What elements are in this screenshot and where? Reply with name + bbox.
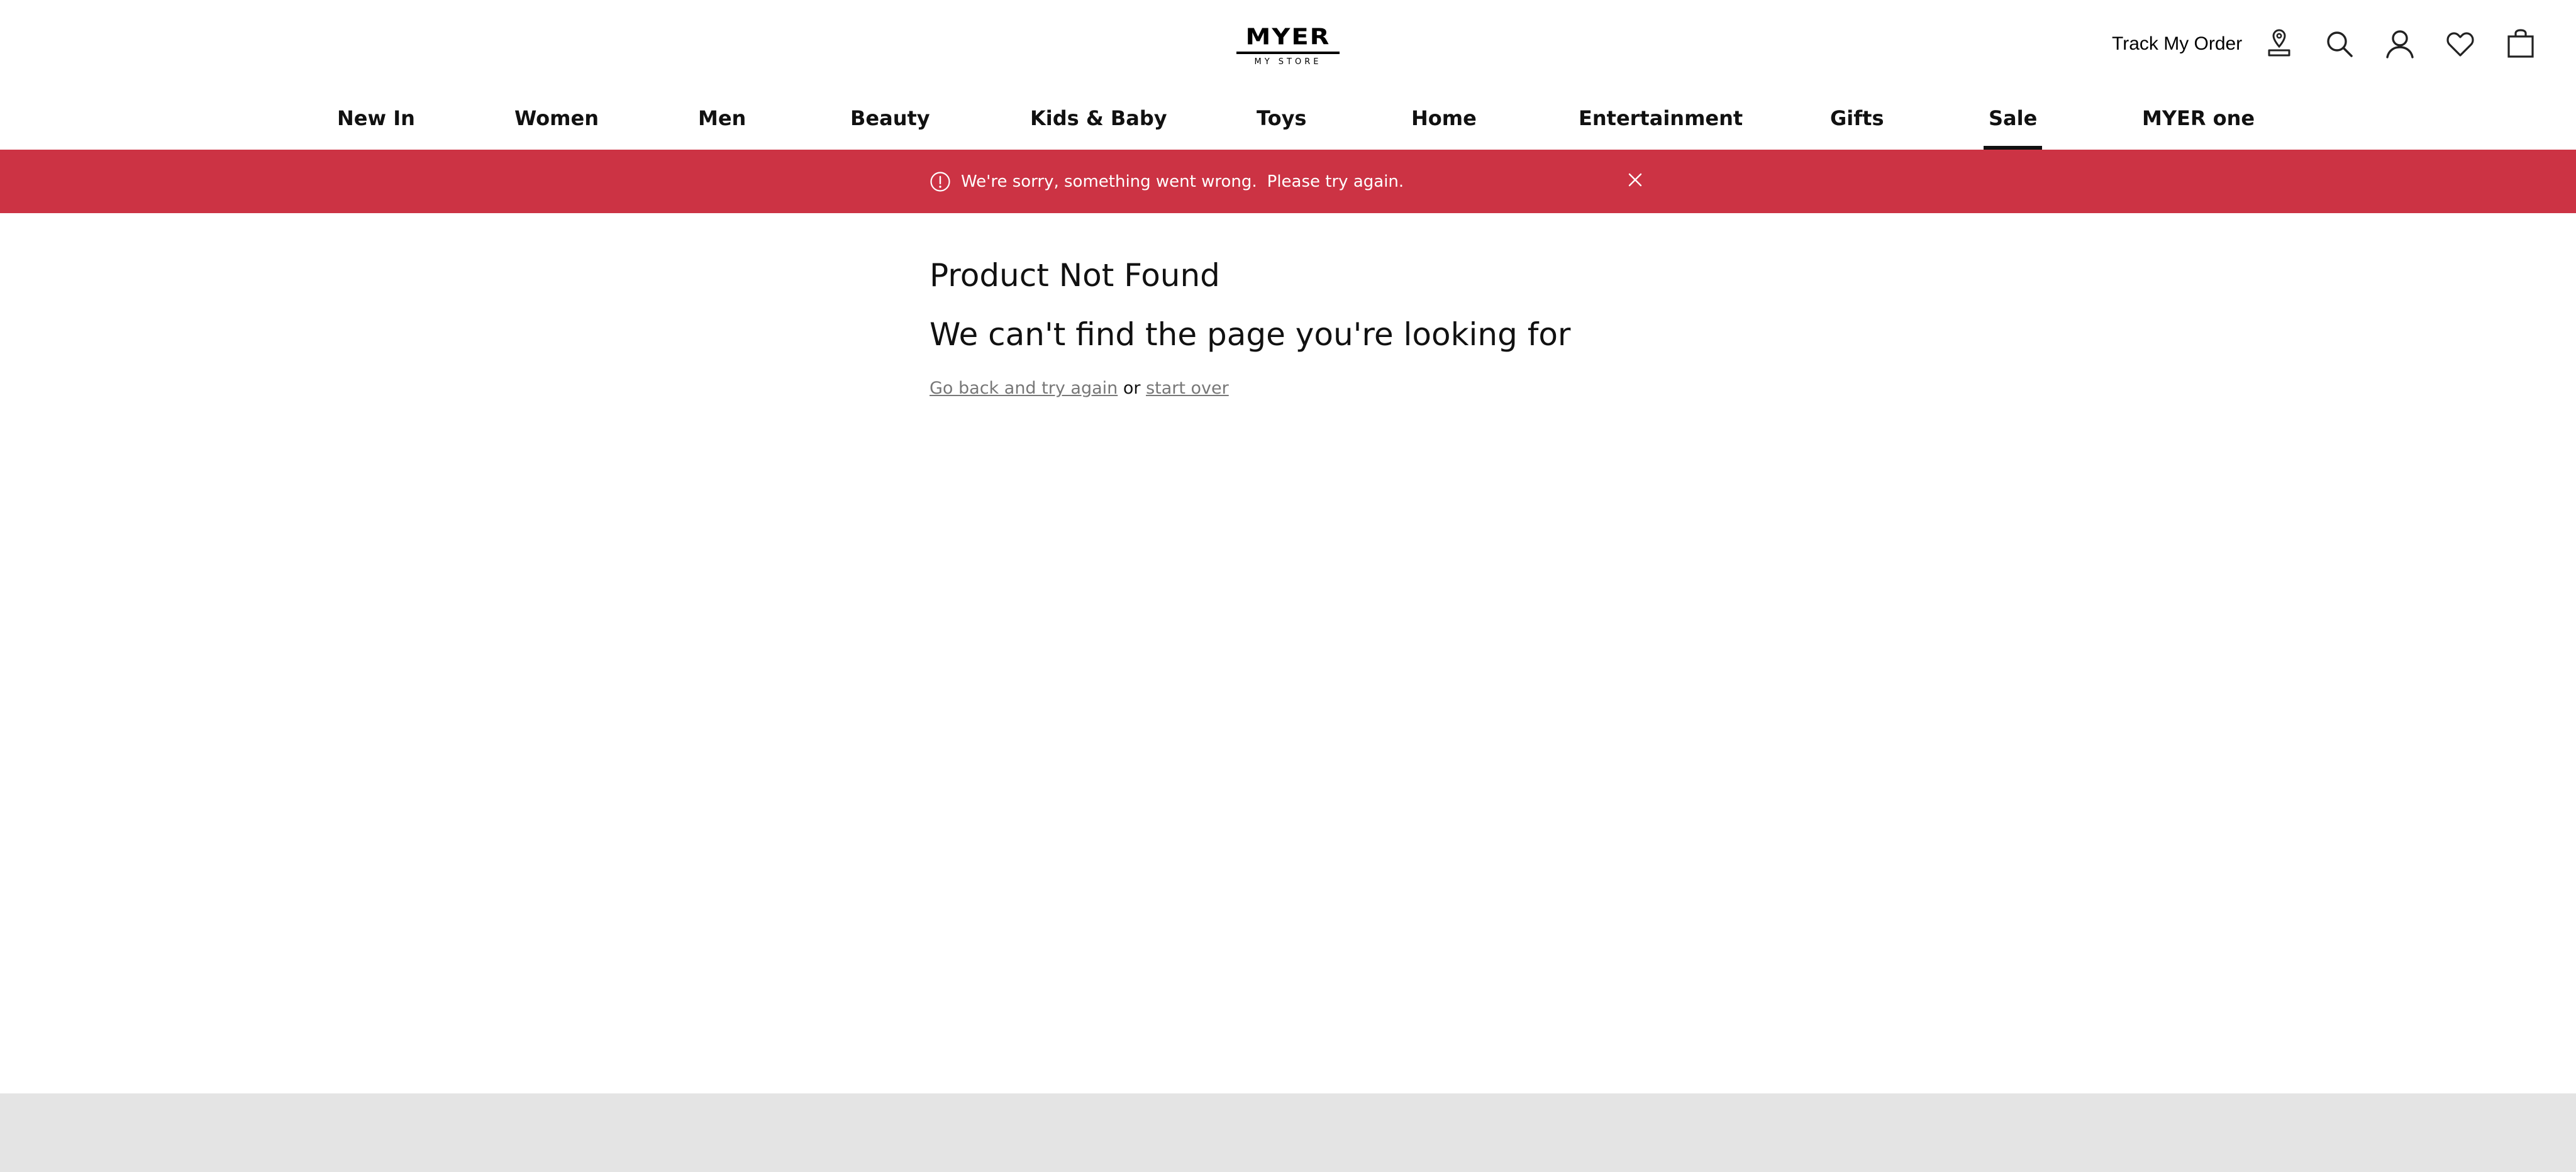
shopping-bag-icon (2507, 29, 2534, 58)
nav-item-new-in[interactable]: New In (337, 99, 415, 150)
shopping-bag-button[interactable] (2499, 23, 2542, 65)
start-over-link[interactable]: start over (1146, 379, 1229, 398)
nav-item-men[interactable]: Men (698, 99, 746, 150)
nav-item-home[interactable]: Home (1411, 99, 1477, 150)
search-button[interactable] (2318, 23, 2361, 65)
error-message-text: We're sorry, something went wrong. (961, 172, 1257, 191)
wishlist-button[interactable] (2439, 23, 2482, 65)
close-icon (1628, 173, 1642, 187)
error-banner: We're sorry, something went wrong. Please… (0, 150, 2576, 213)
nav-item-sale[interactable]: Sale (1983, 99, 2043, 150)
main-content: Product Not Found We can't find the page… (930, 252, 1810, 401)
main-navigation: New In Women Men Beauty Kids & Baby Toys… (0, 99, 2576, 150)
recovery-links: Go back and try again or start over (930, 376, 1810, 401)
logo-subtext: MY STORE (1254, 57, 1322, 67)
nav-item-gifts[interactable]: Gifts (1830, 99, 1884, 150)
myer-logo[interactable]: MYER MY STORE (1236, 24, 1340, 68)
logo-underline (1236, 52, 1340, 54)
go-back-link[interactable]: Go back and try again (930, 379, 1118, 398)
nav-item-entertainment[interactable]: Entertainment (1579, 99, 1743, 150)
search-icon (2327, 31, 2353, 57)
alert-info-icon (930, 171, 951, 192)
error-retry-text: Please try again. (1267, 172, 1404, 191)
logo-wordmark: MYER (1245, 24, 1331, 50)
account-button[interactable] (2379, 23, 2421, 65)
nav-item-women[interactable]: Women (514, 99, 599, 150)
site-footer (0, 1093, 2576, 1172)
page: MYER MY STORE Track My Order New In Wome… (0, 0, 2576, 1172)
track-my-order-link[interactable]: Track My Order (2112, 29, 2242, 59)
or-text: or (1123, 379, 1141, 398)
store-locator-icon (2268, 29, 2290, 57)
nav-item-myer-one[interactable]: MYER one (2142, 99, 2255, 150)
page-subtitle: We can't find the page you're looking fo… (930, 316, 1571, 353)
nav-item-toys[interactable]: Toys (1257, 99, 1306, 150)
page-title: Product Not Found (930, 257, 1220, 294)
store-locator-button[interactable] (2258, 23, 2301, 65)
nav-item-beauty[interactable]: Beauty (850, 99, 930, 150)
account-icon (2386, 30, 2414, 58)
banner-close-button[interactable] (1621, 166, 1649, 194)
site-header: MYER MY STORE Track My Order New In Wome… (0, 0, 2576, 150)
wishlist-heart-icon (2446, 32, 2474, 57)
nav-item-kids-baby[interactable]: Kids & Baby (1030, 99, 1167, 150)
error-message: We're sorry, something went wrong. Please… (961, 170, 1404, 194)
